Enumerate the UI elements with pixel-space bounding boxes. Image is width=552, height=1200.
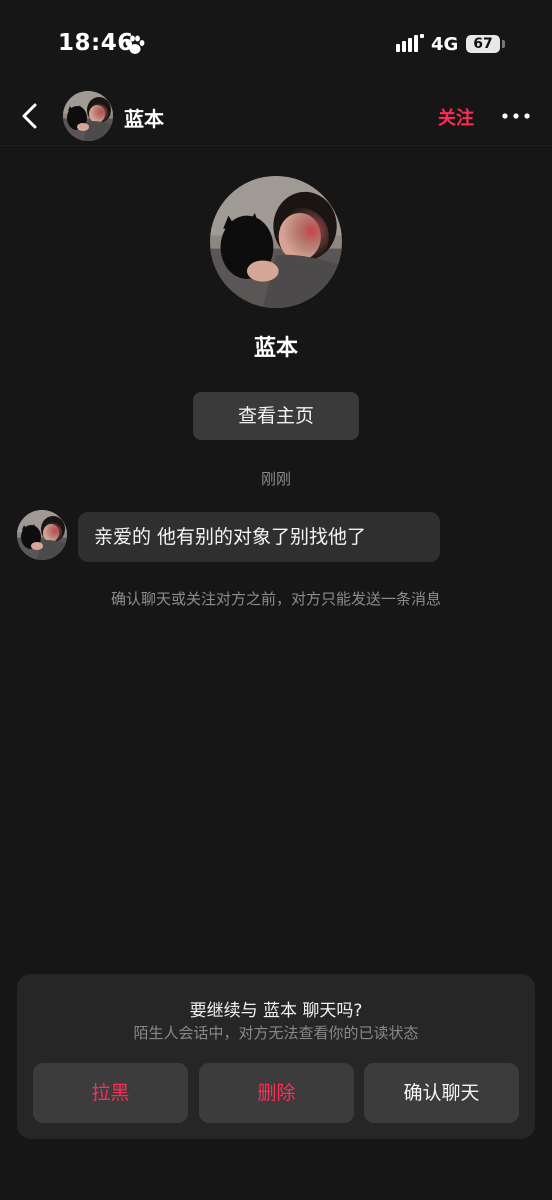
block-button[interactable]: 拉黑 — [33, 1063, 188, 1123]
header-avatar[interactable] — [63, 91, 113, 141]
follow-button[interactable]: 关注 — [438, 104, 474, 130]
panel-subtitle: 陌生人会话中，对方无法查看你的已读状态 — [133, 1024, 419, 1042]
status-bar: 18:46 4G 67 — [0, 0, 552, 90]
network-label: 4G — [431, 34, 459, 55]
profile-name: 蓝本 — [253, 336, 298, 361]
signal-icon — [396, 34, 424, 52]
message-bubble[interactable]: 亲爱的 他有别的对象了别找他了 — [78, 512, 440, 562]
panel-title: 要继续与 蓝本 聊天吗? — [189, 1001, 363, 1021]
message-timestamp: 刚刚 — [260, 470, 291, 488]
message-sender-avatar[interactable] — [17, 510, 67, 560]
chat-header: 蓝本 关注 — [0, 90, 552, 146]
view-profile-button[interactable]: 查看主页 — [193, 392, 359, 440]
header-username[interactable]: 蓝本 — [124, 103, 164, 132]
more-icon[interactable] — [500, 104, 532, 128]
stranger-notice: 确认聊天或关注对方之前，对方只能发送一条消息 — [110, 590, 441, 608]
paw-icon — [125, 35, 145, 54]
battery-icon: 67 — [466, 35, 500, 53]
confirm-chat-button[interactable]: 确认聊天 — [364, 1063, 519, 1123]
profile-avatar[interactable] — [210, 176, 342, 308]
battery-tip — [502, 40, 505, 48]
stranger-chat-panel: 要继续与 蓝本 聊天吗? 陌生人会话中，对方无法查看你的已读状态 拉黑 删除 确… — [17, 974, 535, 1139]
status-time: 18:46 — [58, 30, 134, 56]
back-icon[interactable] — [16, 100, 46, 132]
delete-button[interactable]: 删除 — [199, 1063, 354, 1123]
